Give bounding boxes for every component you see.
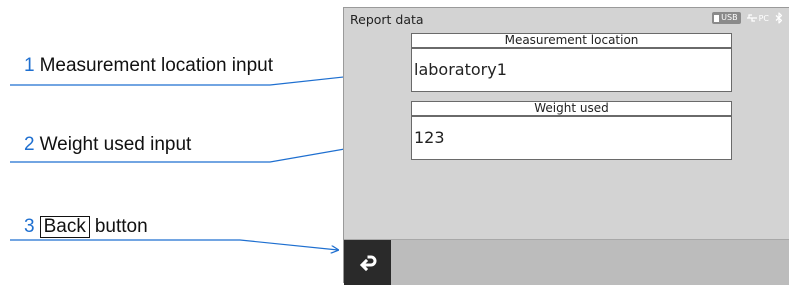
annotation-measurement-location: 1 Measurement location input: [24, 55, 273, 77]
measurement-location-input[interactable]: laboratory1: [411, 48, 732, 92]
annotation-number: 1: [24, 55, 35, 76]
return-arrow-icon: [359, 255, 376, 271]
back-button[interactable]: [344, 240, 391, 285]
bluetooth-icon: [775, 12, 783, 24]
annotation-text: Measurement location input: [39, 55, 273, 76]
pc-label: PC: [758, 13, 769, 23]
annotation-back-button: 3 Back button: [24, 216, 148, 238]
measurement-location-label: Measurement location: [411, 33, 732, 48]
annotation-button-label: Back: [39, 216, 90, 238]
leader-line-3: [10, 239, 338, 250]
status-icons: USB PC: [712, 12, 783, 24]
annotation-text: Weight used input: [39, 134, 192, 155]
screen-header: Report data USB PC: [344, 8, 789, 30]
pc-connection-icon: PC: [746, 13, 769, 23]
device-screen: Report data USB PC Measurement location …: [343, 7, 789, 285]
usb-icon: USB: [712, 12, 741, 24]
weight-used-input[interactable]: 123: [411, 116, 732, 160]
screen-title: Report data: [350, 12, 424, 27]
annotation-number: 3: [24, 216, 35, 237]
usb-label: USB: [721, 13, 738, 22]
annotation-weight-used: 2 Weight used input: [24, 134, 191, 156]
annotation-text: button: [94, 216, 148, 237]
weight-used-label: Weight used: [411, 101, 732, 116]
bottom-bar: [344, 239, 789, 285]
annotation-number: 2: [24, 134, 35, 155]
usb-plug-glyph: [714, 14, 720, 22]
